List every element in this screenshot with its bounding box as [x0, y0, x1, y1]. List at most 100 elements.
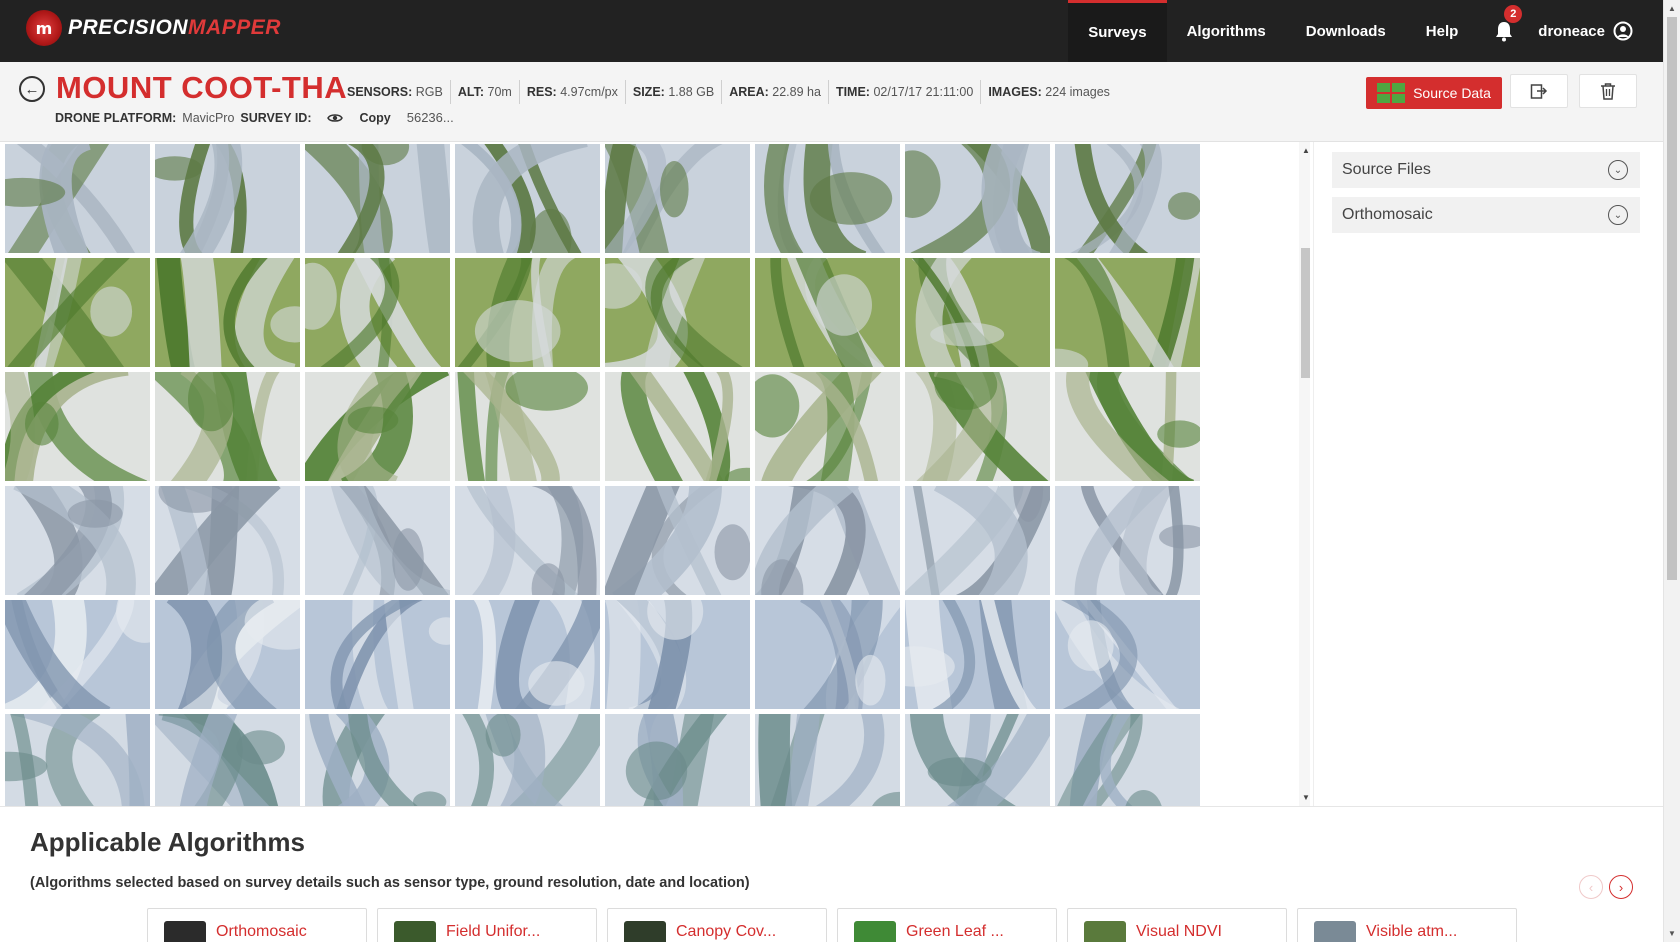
chevron-down-icon: ⌄ — [1608, 205, 1628, 225]
aerial-image-thumbnail[interactable] — [305, 258, 450, 367]
aerial-image-thumbnail[interactable] — [455, 144, 600, 253]
aerial-image-thumbnail[interactable] — [305, 714, 450, 806]
aerial-image-thumbnail[interactable] — [755, 486, 900, 595]
aerial-image-thumbnail[interactable] — [155, 372, 300, 481]
aerial-image-thumbnail[interactable] — [455, 372, 600, 481]
aerial-image-thumbnail[interactable] — [5, 258, 150, 367]
aerial-image-thumbnail[interactable] — [605, 714, 750, 806]
applicable-algorithms-section: Applicable Algorithms (Algorithms select… — [0, 806, 1663, 942]
back-arrow-icon[interactable]: ← — [19, 76, 45, 102]
algorithm-card-label: Field Unifor... — [446, 923, 541, 940]
algorithm-card-orthomosaic[interactable]: Orthomosaic — [147, 908, 367, 942]
aerial-image-thumbnail[interactable] — [905, 144, 1050, 253]
top-navigation-bar: m PRECISIONMAPPER Surveys Algorithms Dow… — [0, 0, 1663, 62]
aerial-image-thumbnail[interactable] — [755, 600, 900, 709]
aerial-image-thumbnail[interactable] — [5, 144, 150, 253]
aerial-image-thumbnail[interactable] — [5, 714, 150, 806]
aerial-image-thumbnail[interactable] — [755, 714, 900, 806]
notifications-button[interactable]: 2 — [1484, 0, 1524, 62]
eye-icon[interactable] — [327, 112, 344, 124]
aerial-image-thumbnail[interactable] — [155, 600, 300, 709]
survey-id-label: SURVEY ID: — [240, 110, 312, 125]
logo[interactable]: m PRECISIONMAPPER — [26, 10, 281, 46]
accordion-orthomosaic-label: Orthomosaic — [1342, 206, 1433, 223]
aerial-image-thumbnail[interactable] — [155, 258, 300, 367]
aerial-image-thumbnail[interactable] — [1055, 258, 1200, 367]
meta-alt: ALT: 70m — [451, 80, 520, 104]
aerial-image-thumbnail[interactable] — [755, 258, 900, 367]
carousel-next-button[interactable]: › — [1609, 875, 1633, 899]
algorithm-card-visible-atmospheric[interactable]: Visible atm... — [1297, 908, 1517, 942]
page-scrollbar-thumb[interactable] — [1667, 17, 1677, 580]
meta-time-label: TIME: — [835, 85, 870, 99]
aerial-image-thumbnail[interactable] — [5, 600, 150, 709]
algorithm-card-label: Green Leaf ... — [906, 923, 1004, 940]
aerial-image-thumbnail[interactable] — [305, 144, 450, 253]
nav-surveys[interactable]: Surveys — [1068, 0, 1167, 62]
meta-images: IMAGES: 224 images — [981, 80, 1117, 104]
aerial-image-thumbnail[interactable] — [605, 600, 750, 709]
aerial-image-thumbnail[interactable] — [605, 372, 750, 481]
aerial-image-thumbnail[interactable] — [905, 486, 1050, 595]
scroll-down-arrow-icon[interactable]: ▼ — [1302, 793, 1310, 802]
logo-text: PRECISIONMAPPER — [68, 16, 281, 40]
aerial-image-thumbnail[interactable] — [605, 258, 750, 367]
algorithm-card-canopy-cover[interactable]: Canopy Cov... — [607, 908, 827, 942]
accordion-orthomosaic[interactable]: Orthomosaic ⌄ — [1332, 197, 1640, 233]
meta-area-value: 22.89 ha — [772, 85, 821, 99]
aerial-image-thumbnail[interactable] — [755, 144, 900, 253]
aerial-image-thumbnail[interactable] — [905, 714, 1050, 806]
aerial-image-thumbnail[interactable] — [5, 372, 150, 481]
aerial-image-thumbnail[interactable] — [455, 600, 600, 709]
aerial-image-thumbnail[interactable] — [905, 258, 1050, 367]
aerial-image-thumbnail[interactable] — [1055, 372, 1200, 481]
page-scrollbar[interactable]: ▲ ▼ — [1663, 0, 1680, 942]
aerial-image-thumbnail[interactable] — [305, 372, 450, 481]
algorithm-card-visual-ndvi[interactable]: Visual NDVI — [1067, 908, 1287, 942]
scroll-up-arrow-icon[interactable]: ▲ — [1302, 146, 1310, 155]
aerial-image-thumbnail[interactable] — [1055, 600, 1200, 709]
accordion-source-files[interactable]: Source Files ⌄ — [1332, 152, 1640, 188]
page-scroll-down-icon[interactable]: ▼ — [1668, 929, 1676, 938]
meta-images-label: IMAGES: — [988, 85, 1042, 99]
aerial-image-thumbnail[interactable] — [455, 486, 600, 595]
aerial-image-thumbnail[interactable] — [1055, 714, 1200, 806]
algorithms-title: Applicable Algorithms — [30, 827, 305, 857]
aerial-image-thumbnail[interactable] — [905, 600, 1050, 709]
carousel-prev-button[interactable]: ‹ — [1579, 875, 1603, 899]
aerial-image-thumbnail[interactable] — [455, 258, 600, 367]
copy-survey-id-button[interactable]: Copy — [359, 111, 390, 125]
chevron-left-icon: ‹ — [1588, 879, 1594, 895]
meta-alt-value: 70m — [487, 85, 512, 99]
export-button[interactable] — [1510, 74, 1568, 108]
aerial-image-thumbnail[interactable] — [1055, 144, 1200, 253]
gallery-scrollbar[interactable]: ▲ ▼ — [1299, 142, 1310, 806]
aerial-image-thumbnail[interactable] — [755, 372, 900, 481]
aerial-image-thumbnail[interactable] — [155, 714, 300, 806]
aerial-image-thumbnail[interactable] — [905, 372, 1050, 481]
aerial-image-thumbnail[interactable] — [1055, 486, 1200, 595]
aerial-image-thumbnail[interactable] — [5, 486, 150, 595]
page-scroll-up-icon[interactable]: ▲ — [1668, 4, 1676, 13]
delete-button[interactable] — [1579, 74, 1637, 108]
export-icon — [1530, 84, 1548, 99]
nav-downloads[interactable]: Downloads — [1286, 0, 1406, 62]
nav-algorithms[interactable]: Algorithms — [1167, 0, 1286, 62]
meta-sensors: SENSORS: RGB — [340, 80, 451, 104]
aerial-image-thumbnail[interactable] — [455, 714, 600, 806]
algorithm-card-field-uniformity[interactable]: Field Unifor... — [377, 908, 597, 942]
user-menu[interactable]: droneace — [1538, 21, 1663, 41]
algorithm-card-green-leaf[interactable]: Green Leaf ... — [837, 908, 1057, 942]
aerial-image-thumbnail[interactable] — [305, 600, 450, 709]
aerial-image-thumbnail[interactable] — [605, 486, 750, 595]
source-image-gallery: ▲ ▼ — [0, 142, 1310, 806]
survey-title: MOUNT COOT-THA — [56, 70, 348, 105]
meta-res-value: 4.97cm/px — [560, 85, 618, 99]
aerial-image-thumbnail[interactable] — [305, 486, 450, 595]
aerial-image-thumbnail[interactable] — [605, 144, 750, 253]
gallery-scrollbar-thumb[interactable] — [1301, 248, 1310, 378]
source-data-button[interactable]: Source Data — [1366, 77, 1502, 109]
nav-help[interactable]: Help — [1406, 0, 1479, 62]
aerial-image-thumbnail[interactable] — [155, 144, 300, 253]
aerial-image-thumbnail[interactable] — [155, 486, 300, 595]
